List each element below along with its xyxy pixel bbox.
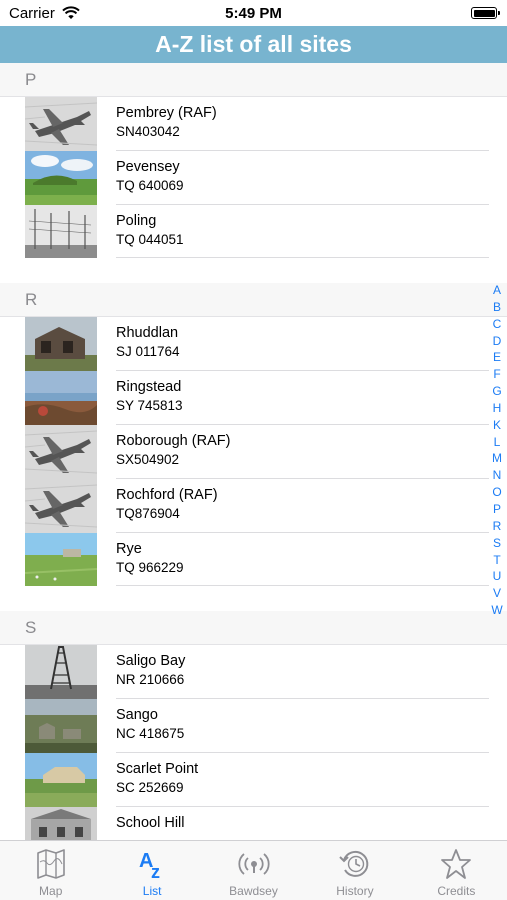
spitfire-thumbnail [25, 478, 97, 533]
site-name: Roborough (RAF) [116, 432, 231, 449]
index-letter-a[interactable]: A [490, 282, 504, 299]
index-letter-t[interactable]: T [490, 552, 504, 569]
tab-bawdsey[interactable]: Bawdsey [203, 841, 304, 900]
index-letter-g[interactable]: G [490, 383, 504, 400]
status-bar: Carrier 5:49 PM [0, 0, 507, 26]
index-letter-u[interactable]: U [490, 568, 504, 585]
tab-label-history: History [336, 884, 374, 898]
map-icon [36, 849, 65, 879]
site-grid-ref: TQ 044051 [116, 231, 184, 247]
spitfire-thumbnail [25, 97, 97, 151]
index-letter-w[interactable]: W [490, 602, 504, 619]
index-letter-e[interactable]: E [490, 349, 504, 366]
index-letter-c[interactable]: C [490, 316, 504, 333]
page-title: A-Z list of all sites [155, 31, 352, 57]
tab-label-list: List [142, 884, 162, 898]
az-list-icon: A z [139, 850, 160, 881]
battery-icon [471, 7, 500, 19]
coast-thumbnail [25, 371, 97, 425]
site-grid-ref: SX504902 [116, 451, 180, 467]
tab-label-map: Map [39, 884, 63, 898]
site-row[interactable]: Ringstead SY 745813 [0, 371, 507, 425]
site-grid-ref: TQ 966229 [116, 559, 184, 575]
section-header-r: R [0, 283, 507, 318]
section-header-p: P [0, 63, 507, 97]
index-letter-l[interactable]: L [490, 434, 504, 451]
site-grid-ref: SN403042 [116, 124, 180, 139]
site-grid-ref: TQ876904 [116, 505, 180, 521]
building-thumbnail [25, 806, 97, 840]
index-letter-n[interactable]: N [490, 467, 504, 484]
tower-thumbnail [25, 645, 97, 700]
index-letter-b[interactable]: B [490, 299, 504, 316]
site-name: School Hill [116, 814, 185, 831]
site-name: Rhuddlan [116, 325, 179, 342]
site-name: Sango [116, 707, 158, 724]
field-thumbnail [25, 532, 97, 587]
status-time: 5:49 PM [225, 5, 282, 22]
site-name: Scarlet Point [116, 760, 199, 777]
index-letter-r[interactable]: R [490, 518, 504, 535]
hut-thumbnail [25, 317, 97, 372]
index-letter-v[interactable]: V [490, 585, 504, 602]
site-row[interactable]: Sango NC 418675 [0, 699, 507, 753]
site-grid-ref: SC 252669 [116, 779, 184, 795]
tab-label-bawdsey: Bawdsey [229, 884, 278, 898]
index-letter-d[interactable]: D [490, 333, 504, 350]
site-name: Ringstead [116, 379, 182, 396]
site-row[interactable]: Pevensey TQ 640069 [0, 150, 507, 205]
site-name: Pembrey (RAF) [116, 105, 217, 121]
tab-map[interactable]: Map [0, 841, 101, 900]
star-icon [441, 849, 472, 879]
section-index[interactable]: ABCDEFGHKLMNOPRSTUVW [490, 282, 504, 619]
site-row[interactable]: School Hill [0, 806, 507, 840]
site-row[interactable]: Rochford (RAF) TQ876904 [0, 478, 507, 533]
tab-list[interactable]: A z List [101, 841, 202, 900]
site-row[interactable]: Rhuddlan SJ 011764 [0, 317, 507, 372]
fort-thumbnail [25, 752, 97, 807]
index-letter-s[interactable]: S [490, 535, 504, 552]
site-row[interactable]: Scarlet Point SC 252669 [0, 752, 507, 807]
site-name: Rye [116, 540, 142, 557]
site-grid-ref: TQ 640069 [116, 177, 184, 193]
tab-bar: Map A z List Bawdsey History Credits [0, 840, 507, 900]
site-grid-ref: NC 418675 [116, 726, 185, 742]
ruins-thumbnail [25, 699, 97, 753]
tab-history[interactable]: History [304, 841, 405, 900]
index-letter-k[interactable]: K [490, 417, 504, 434]
section-header-s: S [0, 611, 507, 646]
site-row[interactable]: Pembrey (RAF) SN403042 [0, 97, 507, 151]
landscape-thumbnail [25, 150, 97, 205]
index-letter-o[interactable]: O [490, 484, 504, 501]
index-letter-f[interactable]: F [490, 366, 504, 383]
site-row[interactable]: Roborough (RAF) SX504902 [0, 424, 507, 479]
site-grid-ref: SY 745813 [116, 398, 183, 414]
history-clock-icon [339, 850, 369, 877]
site-row[interactable]: Saligo Bay NR 210666 [0, 645, 507, 700]
spitfire-thumbnail [25, 424, 97, 479]
site-name: Saligo Bay [116, 653, 186, 670]
row-separator [116, 257, 489, 259]
sites-list[interactable]: P Pembrey (RAF) SN403042 Pevensey TQ 640069 P… [0, 63, 507, 840]
radar-icon [237, 853, 270, 875]
row-separator [116, 585, 489, 587]
nav-header: A-Z list of all sites [0, 26, 507, 63]
site-name: Poling [116, 212, 157, 229]
site-grid-ref: NR 210666 [116, 672, 185, 688]
tab-label-credits: Credits [437, 884, 476, 898]
site-name: Rochford (RAF) [116, 486, 218, 503]
site-row[interactable]: Rye TQ 966229 [0, 532, 507, 587]
svg-text:z: z [151, 862, 160, 881]
site-grid-ref: SJ 011764 [116, 344, 180, 360]
index-letter-p[interactable]: P [490, 501, 504, 518]
tab-credits[interactable]: Credits [406, 841, 507, 900]
index-letter-m[interactable]: M [490, 450, 504, 467]
site-name: Pevensey [116, 158, 180, 175]
masts-thumbnail [25, 204, 97, 259]
index-letter-h[interactable]: H [490, 400, 504, 417]
site-row[interactable]: Poling TQ 044051 [0, 204, 507, 259]
